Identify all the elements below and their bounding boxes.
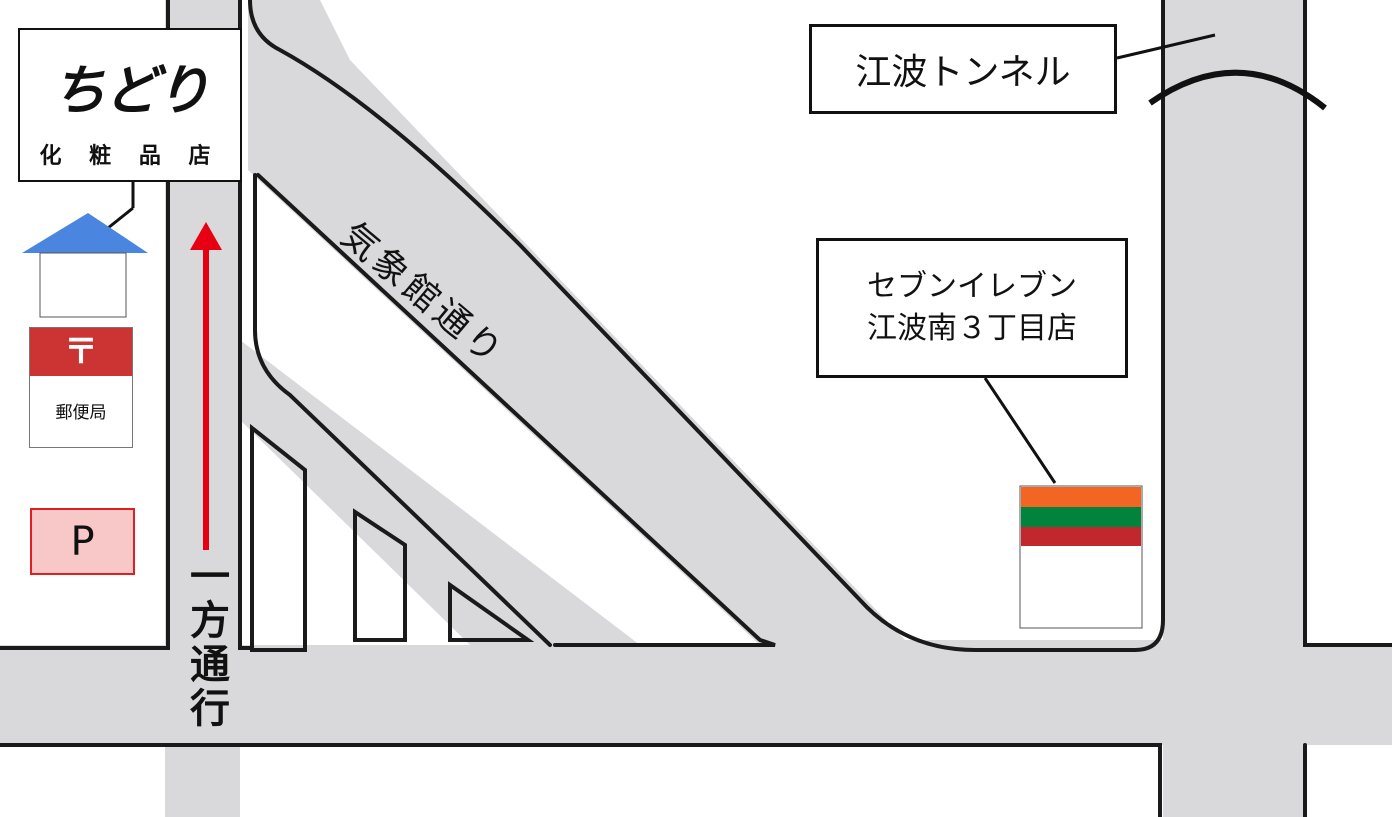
one-way-char: 方: [190, 598, 230, 644]
convenience-store-label: セブンイレブン 江波南３丁目店: [816, 238, 1128, 378]
store-name-line2: 江波南３丁目店: [867, 311, 1077, 346]
one-way-char: 通: [190, 642, 230, 688]
tunnel-label-text: 江波トンネル: [855, 52, 1071, 93]
post-office-label: 郵便局: [55, 403, 107, 423]
one-way-char: 一: [190, 554, 230, 600]
post-office-icon: 〒 郵便局: [29, 327, 133, 448]
post-symbol: 〒: [30, 328, 132, 376]
parking-label: P: [70, 518, 95, 565]
shop-logo: ちどり 化 粧 品 店: [18, 28, 242, 182]
store-name-line1: セブンイレブン: [867, 269, 1077, 304]
parking-icon: P: [30, 508, 135, 575]
convenience-store-icon: [1019, 485, 1143, 629]
house-icon: [22, 213, 148, 318]
shop-subtitle: 化 粧 品 店: [39, 144, 221, 169]
one-way-char: 行: [190, 686, 230, 732]
one-way-label: 一 方 通 行: [188, 555, 232, 731]
shop-logo-text: ちどり: [52, 58, 210, 122]
tunnel-label: 江波トンネル: [809, 24, 1117, 114]
